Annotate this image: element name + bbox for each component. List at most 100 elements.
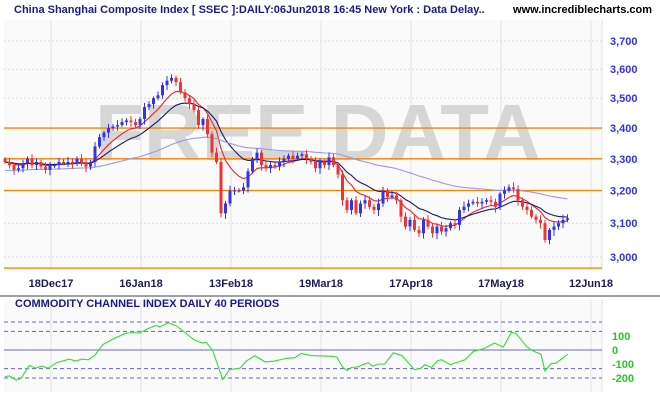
candle-body — [359, 203, 362, 214]
candle-body — [3, 158, 7, 162]
candle-body — [458, 210, 461, 225]
candle-body — [246, 171, 250, 188]
candle-body — [102, 132, 106, 138]
candle-body — [381, 190, 385, 204]
candle-body — [201, 119, 205, 126]
candle-body — [426, 219, 430, 227]
candle-body — [260, 152, 263, 166]
x-axis: 18Dec17 16Jan18 13Feb18 19Mar18 17Apr18 17May… — [29, 278, 613, 290]
candle-body — [269, 165, 272, 169]
candle-body — [170, 77, 173, 81]
candle-body — [66, 161, 70, 164]
candle-body — [12, 165, 16, 170]
candle-body — [453, 223, 457, 225]
candle-body — [224, 203, 227, 214]
candle-body — [26, 158, 29, 164]
candle-body — [408, 219, 412, 227]
candle-body — [368, 200, 371, 207]
candle-body — [237, 190, 241, 192]
candle-body — [8, 161, 11, 166]
candle-body — [57, 161, 61, 166]
cci-tick-label: -100 — [612, 359, 634, 371]
candle-body — [71, 161, 74, 164]
candle-body — [377, 203, 380, 211]
candle-body — [107, 128, 110, 133]
candle-body — [390, 195, 394, 197]
cci-title: COMMODITY CHANNEL INDEX DAILY 40 PERIODS — [15, 298, 279, 310]
candle-body — [156, 95, 160, 99]
candle-body — [314, 161, 317, 169]
candle-body — [219, 161, 223, 214]
candle-body — [89, 161, 92, 167]
x-tick-label: 18Dec17 — [29, 278, 74, 290]
candle-body — [422, 219, 425, 234]
chart-canvas: FREE DATA 3,000 3,100 3,200 3,300 3,400 3,500… — [0, 4, 660, 392]
candle-body — [341, 174, 344, 201]
candle-body — [485, 200, 488, 202]
candle-body — [75, 158, 79, 164]
candle-body — [143, 107, 146, 120]
candle-body — [278, 161, 281, 167]
candle-body — [534, 216, 538, 220]
candle-body — [561, 219, 565, 224]
candle-body — [120, 122, 124, 126]
candle-body — [300, 154, 304, 156]
x-tick-label: 12Jun18 — [569, 278, 613, 290]
candle-body — [62, 161, 65, 164]
candle-body — [179, 82, 182, 93]
x-tick-label: 19Mar18 — [299, 278, 343, 290]
candle-body — [48, 165, 52, 170]
candle-body — [215, 152, 218, 162]
candle-body — [354, 200, 358, 214]
candle-body — [296, 155, 299, 159]
cci-tick-label: 100 — [612, 331, 630, 343]
candle-body — [125, 120, 128, 123]
candle-body — [471, 201, 475, 204]
cci-tick-label: 0 — [612, 345, 618, 357]
website-link[interactable]: www.incrediblecharts.com — [512, 4, 652, 16]
candle-body — [350, 200, 353, 211]
candle-body — [552, 226, 556, 230]
candle-body — [318, 161, 322, 169]
candle-body — [17, 168, 20, 170]
candle-body — [516, 188, 520, 201]
candle-body — [498, 193, 502, 207]
x-tick-label: 16Jan18 — [119, 278, 162, 290]
candle-body — [35, 161, 38, 166]
candle-body — [210, 134, 214, 153]
candle-body — [543, 223, 547, 240]
chart-title: China Shanghai Composite Index [ SSEC ]:… — [14, 4, 485, 16]
candle-body — [305, 154, 308, 159]
candle-body — [399, 200, 403, 217]
candle-body — [30, 158, 34, 166]
y-tick-label: 3,700 — [610, 36, 638, 48]
candle-body — [431, 226, 434, 234]
x-tick-label: 17May18 — [478, 278, 524, 290]
y-tick-label: 3,100 — [610, 218, 638, 230]
candle-body — [197, 110, 200, 126]
price-y-axis: 3,000 3,100 3,200 3,300 3,400 3,500 3,600 3,700 — [610, 36, 638, 264]
candle-body — [557, 223, 560, 227]
candle-body — [507, 187, 511, 191]
candle-body — [539, 219, 542, 224]
candle-body — [129, 120, 133, 123]
candle-body — [273, 165, 277, 167]
candle-body — [345, 200, 349, 211]
candle-body — [138, 119, 142, 126]
candle-body — [530, 210, 533, 217]
candle-body — [323, 161, 326, 166]
candle-body — [467, 203, 470, 207]
candle-body — [494, 201, 497, 207]
candle-body — [566, 218, 569, 220]
candle-body — [386, 190, 389, 197]
y-tick-label: 3,500 — [610, 93, 638, 105]
candle-body — [134, 122, 137, 126]
candle-body — [440, 226, 443, 232]
candle-body — [476, 201, 479, 204]
y-tick-label: 3,300 — [610, 154, 638, 166]
candle-body — [242, 187, 245, 191]
y-tick-label: 3,600 — [610, 64, 638, 76]
candle-body — [287, 155, 290, 159]
candle-body — [147, 104, 151, 108]
candle-body — [80, 158, 83, 162]
